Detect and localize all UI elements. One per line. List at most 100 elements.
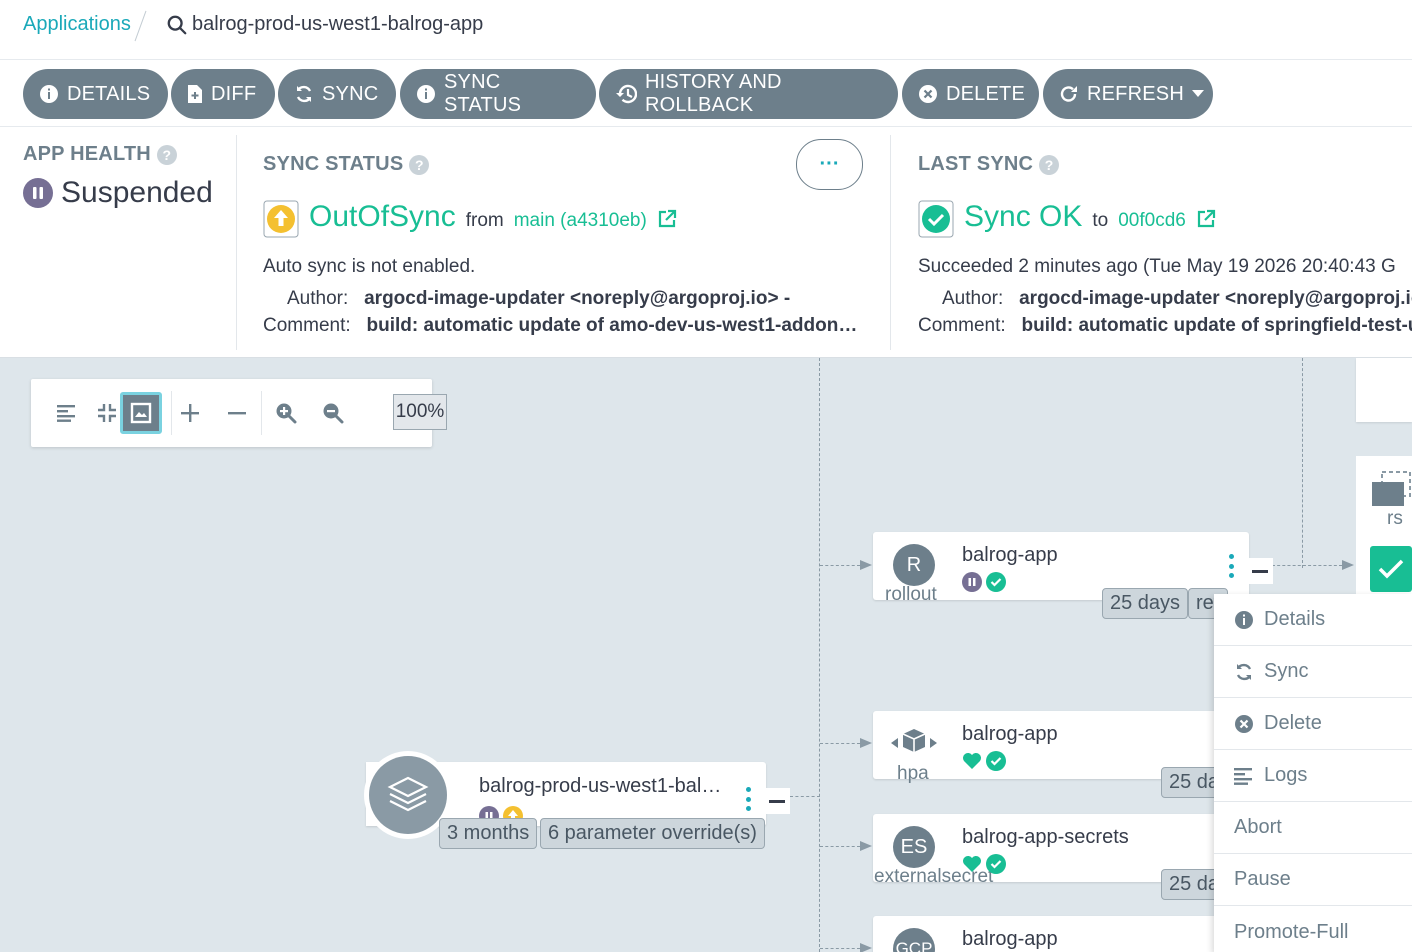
menu-item-delete[interactable]: Delete xyxy=(1214,698,1412,750)
comment-value: build: automatic update of springfield-t… xyxy=(1021,315,1412,336)
root-node-name: balrog-prod-us-west1-bal… xyxy=(479,775,722,797)
graph-toolbar: 100% xyxy=(31,379,447,447)
history-rollback-button-label: HISTORY AND ROLLBACK xyxy=(645,71,782,116)
zoom-in-icon[interactable] xyxy=(266,393,306,433)
refresh-button-label: REFRESH xyxy=(1087,82,1184,105)
sync-status-line: OutOfSync from main (a4310eb) xyxy=(263,200,677,238)
breadcrumb-app-name[interactable]: balrog-prod-us-west1-balrog-app xyxy=(192,13,483,36)
graph-edge xyxy=(1272,565,1342,566)
menu-item-promote-full[interactable]: Promote-Full xyxy=(1214,906,1412,952)
heart-icon xyxy=(963,753,981,769)
graph-edge xyxy=(820,846,860,847)
breadcrumb-applications-link[interactable]: Applications xyxy=(23,13,131,36)
menu-item-pause[interactable]: Pause xyxy=(1214,854,1412,906)
column-divider xyxy=(890,135,891,350)
collapse-minus-icon[interactable] xyxy=(217,393,257,433)
last-sync-comment-row: Comment: build: automatic update of spri… xyxy=(918,315,1412,337)
sync-status-button-label: SYNC STATUS xyxy=(444,71,522,116)
zoom-out-icon[interactable] xyxy=(313,393,353,433)
menu-item-sync[interactable]: Sync xyxy=(1214,646,1412,698)
age-tag: 25 days xyxy=(1102,588,1189,619)
node-menu-icon[interactable] xyxy=(745,787,751,811)
last-sync-title-text: LAST SYNC xyxy=(918,153,1034,175)
graph-edge xyxy=(819,358,820,952)
info-icon xyxy=(40,85,58,103)
external-link-icon[interactable] xyxy=(1196,209,1216,229)
check-circle-icon xyxy=(986,572,1006,592)
replicaset-node[interactable]: rs xyxy=(1356,456,1412,596)
search-icon[interactable] xyxy=(166,14,188,36)
history-rollback-button[interactable]: HISTORY AND ROLLBACK xyxy=(599,69,898,119)
collapse-node-button[interactable] xyxy=(1247,558,1273,584)
expand-plus-icon[interactable] xyxy=(170,393,210,433)
sync-icon xyxy=(296,85,312,103)
diff-button[interactable]: DIFF xyxy=(171,69,275,119)
details-button-label: DETAILS xyxy=(67,82,151,105)
resource-node-partial[interactable] xyxy=(1356,358,1412,422)
menu-item-label: Delete xyxy=(1264,712,1322,734)
breadcrumb-separator xyxy=(134,10,147,42)
last-sync-title: LAST SYNC ? xyxy=(918,153,1060,176)
app-health-title-text: APP HEALTH xyxy=(23,143,151,165)
sync-status-button[interactable]: SYNC STATUS xyxy=(400,69,596,119)
age-tag: 25 da xyxy=(1161,869,1221,900)
info-icon xyxy=(417,85,435,103)
menu-item-label: Logs xyxy=(1264,764,1308,786)
sync-comment-row: Comment: build: automatic update of amo-… xyxy=(263,315,857,337)
rollout-node-name: balrog-app xyxy=(962,544,1058,566)
collapse-node-button[interactable] xyxy=(764,788,790,814)
resource-kind-label: rs xyxy=(1387,508,1403,529)
delete-button-label: DELETE xyxy=(946,82,1026,105)
auto-sync-text: Auto sync is not enabled. xyxy=(263,256,476,277)
sync-status-title-text: SYNC STATUS xyxy=(263,153,404,175)
menu-item-abort[interactable]: Abort xyxy=(1214,802,1412,854)
suspended-icon xyxy=(23,178,53,208)
node-context-menu: Details Sync Delete Logs Abort Pause Pro… xyxy=(1214,594,1412,952)
fit-to-screen-icon[interactable] xyxy=(120,392,162,434)
hpa-cube-icon xyxy=(891,729,937,752)
delete-button[interactable]: DELETE xyxy=(902,69,1039,119)
synced-check-icon xyxy=(1370,546,1412,592)
app-health-title: APP HEALTH ? xyxy=(23,143,177,166)
resource-graph[interactable]: 100% rs balrog-prod-us-west1-bal… 3 mont… xyxy=(0,358,1412,952)
suspended-icon xyxy=(962,572,982,592)
help-icon[interactable]: ? xyxy=(409,154,430,175)
more-options-button[interactable]: ··· xyxy=(796,139,863,190)
menu-item-details[interactable]: Details xyxy=(1214,594,1412,646)
age-tag: 25 da xyxy=(1161,767,1221,798)
hpa-node-name: balrog-app xyxy=(962,723,1058,745)
hpa-node-status xyxy=(962,751,1006,771)
gcp-node[interactable]: GCP balrog-app xyxy=(873,916,1233,952)
align-left-icon[interactable] xyxy=(47,393,87,433)
info-icon xyxy=(1235,610,1253,629)
last-sync-revision-link[interactable]: 00f0cd6 xyxy=(1118,210,1186,232)
age-tag: 3 months xyxy=(439,818,538,849)
external-link-icon[interactable] xyxy=(657,209,677,229)
check-circle-icon xyxy=(986,751,1006,771)
author-label: Author: xyxy=(287,288,349,309)
menu-item-logs[interactable]: Logs xyxy=(1214,750,1412,802)
sync-revision-link[interactable]: main (a4310eb) xyxy=(514,210,647,232)
file-diff-icon xyxy=(188,85,202,103)
zoom-level[interactable]: 100% xyxy=(393,394,447,430)
resource-kind-label: rollout xyxy=(885,584,937,605)
refresh-button[interactable]: REFRESH xyxy=(1043,69,1213,119)
menu-item-label: Sync xyxy=(1264,660,1309,682)
edge-arrow xyxy=(1342,560,1354,570)
edge-arrow xyxy=(860,943,872,952)
sync-button[interactable]: SYNC xyxy=(278,69,396,119)
top-bar: Applications balrog-prod-us-west1-balrog… xyxy=(0,0,1412,60)
help-icon[interactable]: ? xyxy=(156,144,177,165)
refresh-icon xyxy=(1060,86,1077,102)
comment-label: Comment: xyxy=(263,315,351,336)
node-menu-icon[interactable] xyxy=(1228,554,1234,578)
app-health-value: Suspended xyxy=(61,176,213,209)
last-sync-value: Sync OK xyxy=(964,200,1083,233)
check-circle-icon xyxy=(986,854,1006,874)
gcp-node-name: balrog-app xyxy=(962,928,1058,950)
sync-status-value: OutOfSync xyxy=(309,200,456,233)
details-button[interactable]: DETAILS xyxy=(23,69,168,119)
help-icon[interactable]: ? xyxy=(1039,154,1060,175)
caret-down-icon xyxy=(1191,90,1204,97)
comment-value: build: automatic update of amo-dev-us-we… xyxy=(366,315,858,336)
